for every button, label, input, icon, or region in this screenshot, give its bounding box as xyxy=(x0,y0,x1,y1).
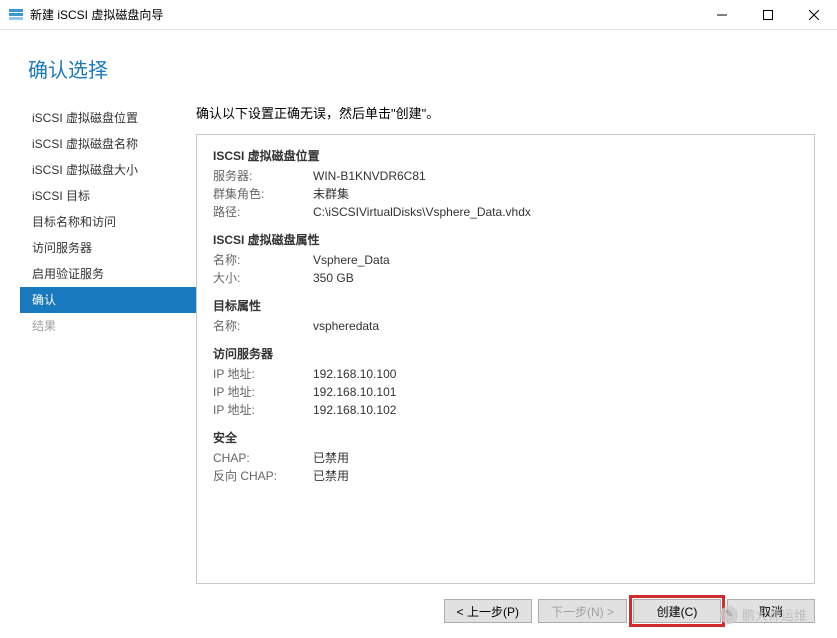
sidebar-item-auth[interactable]: 启用验证服务 xyxy=(20,261,196,287)
maximize-button[interactable] xyxy=(745,0,791,30)
sidebar-item-confirm[interactable]: 确认 xyxy=(20,287,196,313)
instruction-text: 确认以下设置正确无误，然后单击"创建"。 xyxy=(196,103,815,122)
value-ip-1: 192.168.10.101 xyxy=(313,383,396,401)
cancel-button[interactable]: 取消 xyxy=(727,599,815,623)
app-icon xyxy=(8,7,24,23)
title-bar: 新建 iSCSI 虚拟磁盘向导 xyxy=(0,0,837,30)
sidebar-item-location[interactable]: iSCSI 虚拟磁盘位置 xyxy=(20,105,196,131)
value-rchap: 已禁用 xyxy=(313,467,349,485)
sidebar-item-target[interactable]: iSCSI 目标 xyxy=(20,183,196,209)
sidebar-item-access[interactable]: 访问服务器 xyxy=(20,235,196,261)
value-cluster: 未群集 xyxy=(313,185,349,203)
row-ip-0: IP 地址: 192.168.10.100 xyxy=(213,365,798,383)
row-ip-1: IP 地址: 192.168.10.101 xyxy=(213,383,798,401)
page-title: 确认选择 xyxy=(28,54,837,83)
sidebar-item-result: 结果 xyxy=(20,313,196,339)
row-server: 服务器: WIN-B1KNVDR6C81 xyxy=(213,167,798,185)
wizard-sidebar: iSCSI 虚拟磁盘位置 iSCSI 虚拟磁盘名称 iSCSI 虚拟磁盘大小 i… xyxy=(0,103,196,584)
value-ip-0: 192.168.10.100 xyxy=(313,365,396,383)
value-path: C:\iSCSIVirtualDisks\Vsphere_Data.vhdx xyxy=(313,203,531,221)
label-chap: CHAP: xyxy=(213,449,313,467)
value-ip-2: 192.168.10.102 xyxy=(313,401,396,419)
value-size: 350 GB xyxy=(313,269,354,287)
label-ip: IP 地址: xyxy=(213,401,313,419)
minimize-button[interactable] xyxy=(699,0,745,30)
row-rchap: 反向 CHAP: 已禁用 xyxy=(213,467,798,485)
row-size: 大小: 350 GB xyxy=(213,269,798,287)
label-rchap: 反向 CHAP: xyxy=(213,467,313,485)
label-ip: IP 地址: xyxy=(213,365,313,383)
section-location-title: ISCSI 虚拟磁盘位置 xyxy=(213,147,798,165)
sidebar-item-target-name[interactable]: 目标名称和访问 xyxy=(20,209,196,235)
value-chap: 已禁用 xyxy=(313,449,349,467)
section-props-title: ISCSI 虚拟磁盘属性 xyxy=(213,231,798,249)
window-title: 新建 iSCSI 虚拟磁盘向导 xyxy=(30,6,163,23)
row-chap: CHAP: 已禁用 xyxy=(213,449,798,467)
close-button[interactable] xyxy=(791,0,837,30)
label-ip: IP 地址: xyxy=(213,383,313,401)
label-cluster: 群集角色: xyxy=(213,185,313,203)
value-server: WIN-B1KNVDR6C81 xyxy=(313,167,426,185)
section-target-title: 目标属性 xyxy=(213,297,798,315)
prev-button[interactable]: < 上一步(P) xyxy=(444,599,532,623)
label-size: 大小: xyxy=(213,269,313,287)
row-diskname: 名称: Vsphere_Data xyxy=(213,251,798,269)
next-button: 下一步(N) > xyxy=(538,599,627,623)
window-controls xyxy=(699,0,837,30)
section-access-title: 访问服务器 xyxy=(213,345,798,363)
header: 确认选择 xyxy=(0,30,837,103)
row-path: 路径: C:\iSCSIVirtualDisks\Vsphere_Data.vh… xyxy=(213,203,798,221)
create-button[interactable]: 创建(C) xyxy=(633,599,721,623)
label-diskname: 名称: xyxy=(213,251,313,269)
summary-panel: ISCSI 虚拟磁盘位置 服务器: WIN-B1KNVDR6C81 群集角色: … xyxy=(196,134,815,584)
value-targetname: vspheredata xyxy=(313,317,379,335)
label-targetname: 名称: xyxy=(213,317,313,335)
row-cluster: 群集角色: 未群集 xyxy=(213,185,798,203)
value-diskname: Vsphere_Data xyxy=(313,251,390,269)
section-security-title: 安全 xyxy=(213,429,798,447)
row-targetname: 名称: vspheredata xyxy=(213,317,798,335)
row-ip-2: IP 地址: 192.168.10.102 xyxy=(213,401,798,419)
label-server: 服务器: xyxy=(213,167,313,185)
footer: < 上一步(P) 下一步(N) > 创建(C) 取消 xyxy=(0,584,837,638)
label-path: 路径: xyxy=(213,203,313,221)
sidebar-item-size[interactable]: iSCSI 虚拟磁盘大小 xyxy=(20,157,196,183)
sidebar-item-name[interactable]: iSCSI 虚拟磁盘名称 xyxy=(20,131,196,157)
